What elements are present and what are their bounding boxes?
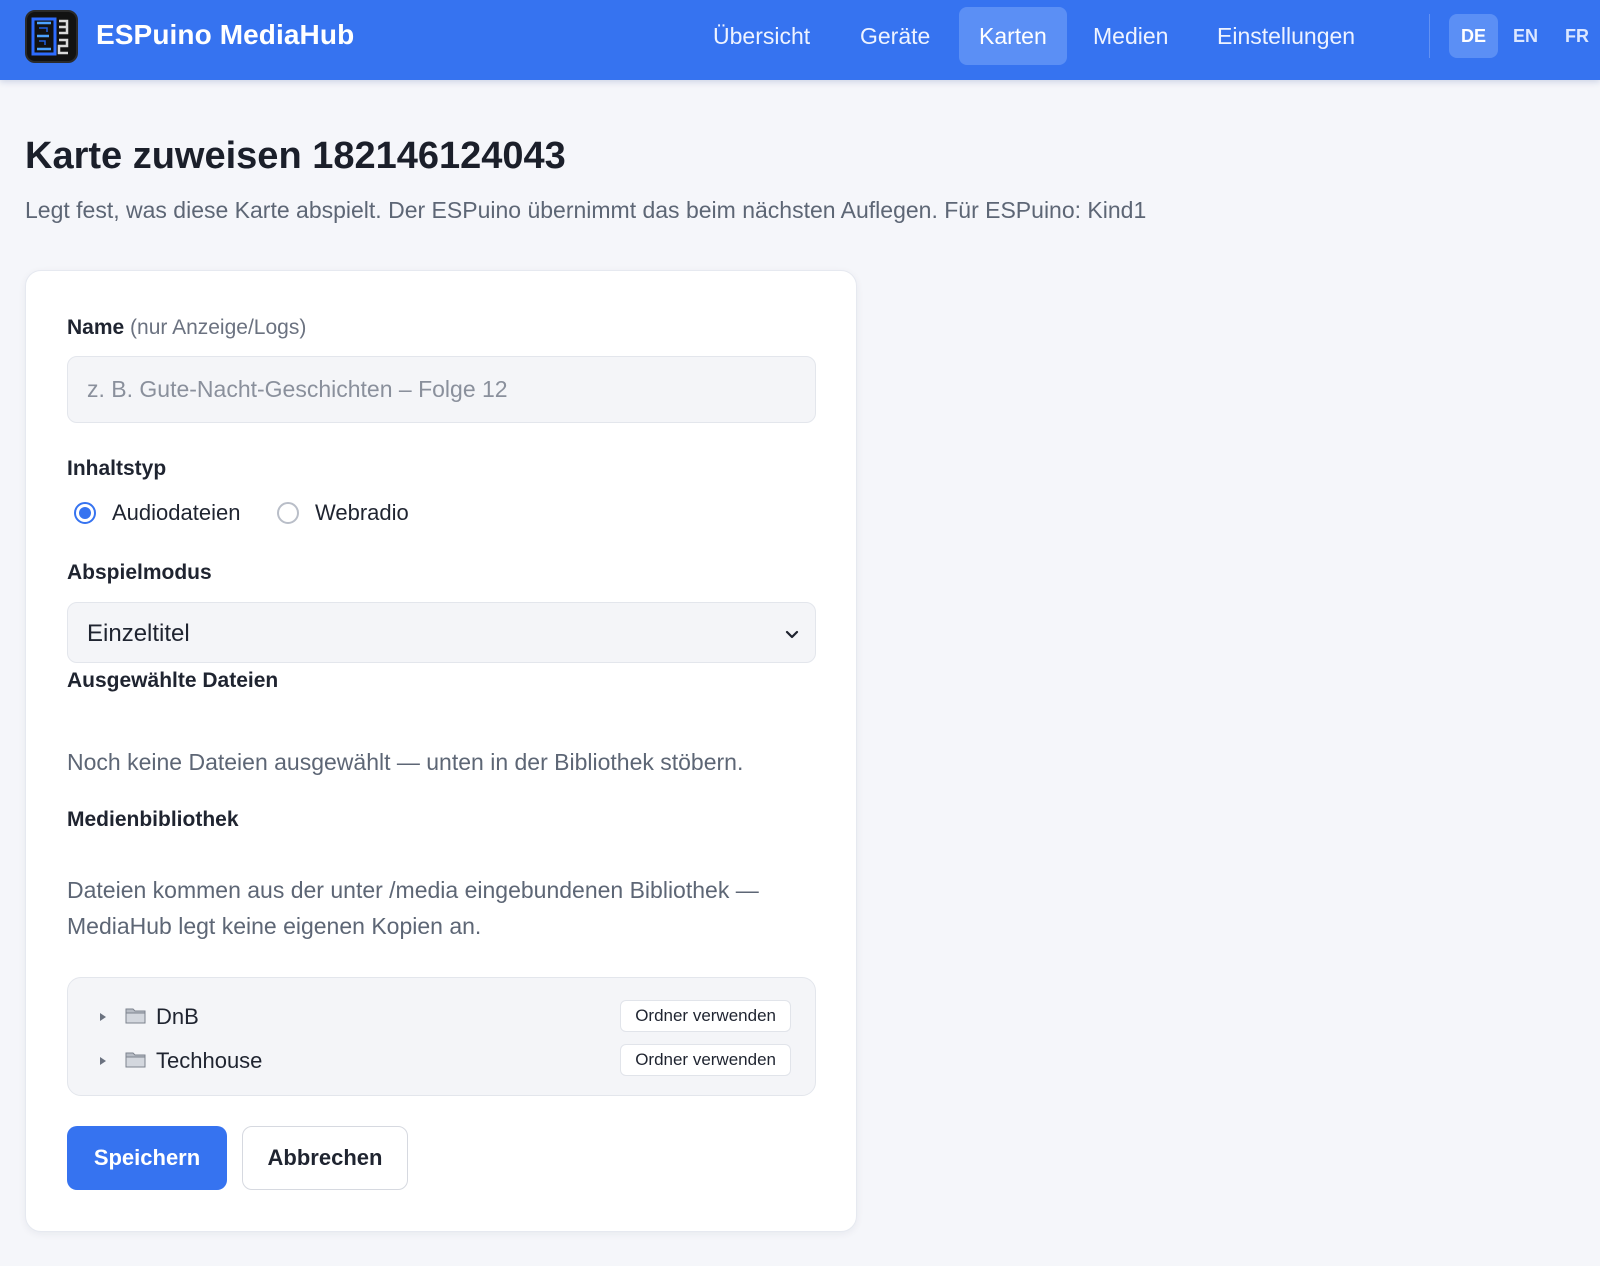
page-title: Karte zuweisen 182146124043 (25, 135, 566, 177)
folder-icon (125, 1052, 146, 1068)
language-fr-button[interactable]: FR (1553, 14, 1600, 58)
language-de-button[interactable]: DE (1449, 14, 1499, 58)
media-library-note: Dateien kommen aus der unter /media eing… (67, 877, 759, 939)
name-field-label: Name (nur Anzeige/Logs) (67, 316, 306, 340)
playmode-label: Abspielmodus (67, 561, 212, 584)
name-input[interactable] (67, 356, 816, 423)
nav-item-media[interactable]: Medien (1073, 7, 1188, 65)
caret-right-icon[interactable] (100, 1057, 106, 1065)
radio-webradio-label[interactable]: Webradio (315, 500, 409, 526)
use-folder-button[interactable]: Ordner verwenden (620, 1000, 791, 1032)
cancel-button[interactable]: Abbrechen (242, 1126, 408, 1190)
caret-right-icon[interactable] (100, 1013, 106, 1021)
nav-divider (1429, 14, 1430, 58)
app-brand-title[interactable]: ESPuino MediaHub (96, 19, 354, 51)
selected-files-empty-note: Noch keine Dateien ausgewählt — unten in… (67, 749, 744, 775)
selected-files-label: Ausgewählte Dateien (67, 669, 279, 692)
page-subtitle: Legt fest, was diese Karte abspielt. Der… (25, 197, 1147, 223)
media-library-tree: DnB Ordner verwenden Techhouse Ordner ve… (67, 977, 816, 1096)
name-label-hint: (nur Anzeige/Logs) (130, 316, 307, 339)
nav-item-overview[interactable]: Übersicht (693, 7, 830, 65)
content-type-label: Inhaltstyp (67, 457, 167, 480)
nav-item-settings[interactable]: Einstellungen (1197, 7, 1375, 65)
language-en-button[interactable]: EN (1501, 14, 1550, 58)
folder-name[interactable]: DnB (156, 1004, 199, 1030)
nav-item-cards[interactable]: Karten (959, 7, 1067, 65)
radio-webradio[interactable] (277, 502, 299, 524)
name-label-text: Name (67, 316, 125, 339)
use-folder-button[interactable]: Ordner verwenden (620, 1044, 791, 1076)
folder-name[interactable]: Techhouse (156, 1048, 262, 1074)
radio-audio-files[interactable] (74, 502, 96, 524)
folder-icon (125, 1008, 146, 1024)
e32-logo-icon[interactable] (25, 10, 78, 63)
folder-row-dnb[interactable]: DnB Ordner verwenden (68, 998, 815, 1038)
chevron-down-icon (785, 630, 799, 639)
playmode-select[interactable]: Einzeltitel (67, 602, 816, 663)
folder-row-techhouse[interactable]: Techhouse Ordner verwenden (68, 1042, 815, 1082)
nav-item-devices[interactable]: Geräte (840, 7, 950, 65)
media-library-label: Medienbibliothek (67, 808, 239, 831)
top-navigation-bar: ESPuino MediaHub Übersicht Geräte Karten… (0, 0, 1600, 80)
save-button[interactable]: Speichern (67, 1126, 227, 1190)
radio-audio-files-label[interactable]: Audiodateien (112, 500, 240, 526)
playmode-select-value: Einzeltitel (87, 620, 190, 647)
